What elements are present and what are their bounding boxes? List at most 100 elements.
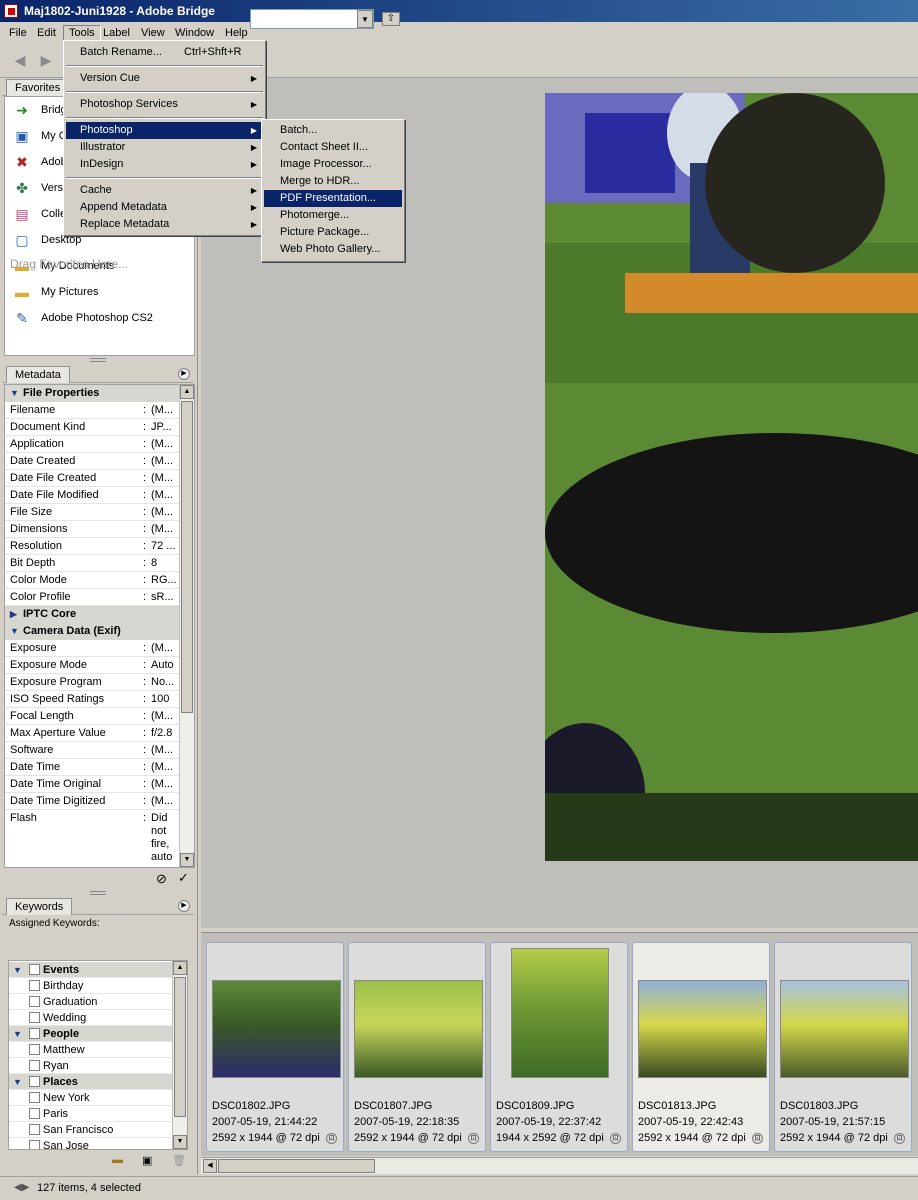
folder-up-icon[interactable]: ⇧ [382,12,400,26]
menu-help[interactable]: Help [220,25,253,41]
scroll-down-icon[interactable]: ▼ [180,853,194,867]
apply-checkmark-icon[interactable]: ✓ [178,870,189,886]
flash-value: Did not fire, auto [151,812,173,863]
scroll-thumb[interactable] [218,1159,375,1173]
menu-file[interactable]: File [4,25,32,41]
keyword-item[interactable]: Ryan [9,1058,173,1074]
keywords-scrollbar[interactable]: ▲ ▼ [172,961,187,1149]
keyword-checkbox[interactable] [29,964,40,975]
scroll-thumb[interactable] [181,401,193,713]
keyword-item[interactable]: San Jose [9,1138,173,1149]
menu-item-image-processor[interactable]: Image Processor... [264,156,402,173]
thumbnail-filename: DSC01803.JPG [780,1100,859,1112]
menu-item-photoshop[interactable]: Photoshop ▶ [66,122,263,139]
metadata-row: Exposure Mode: Auto [5,657,180,674]
keyword-item[interactable]: Birthday [9,978,173,994]
thumbnail-card[interactable]: DSC01813.JPG 2007-05-19, 22:42:43 2592 x 1… [632,942,770,1152]
keyword-checkbox[interactable] [29,1076,40,1087]
menu-item-batch[interactable]: Batch... [264,122,402,139]
back-arrow-icon[interactable]: ◀ [12,52,28,68]
menu-item-cache[interactable]: Cache ▶ [66,182,263,199]
menu-item-web-photo-gallery[interactable]: Web Photo Gallery... [264,241,402,258]
keyword-item[interactable]: Graduation [9,994,173,1010]
panel-menu-icon[interactable]: ▶ [178,900,190,912]
menu-item-merge-to-hdr[interactable]: Merge to HDR... [264,173,402,190]
scroll-up-icon[interactable]: ▲ [180,385,194,399]
menu-item-contact-sheet[interactable]: Contact Sheet II... [264,139,402,156]
menu-view[interactable]: View [136,25,170,41]
thumbnail-card[interactable]: DSC01803.JPG 2007-05-19, 21:57:15 2592 x 1… [774,942,912,1152]
scroll-down-icon[interactable]: ▼ [173,1135,187,1149]
submenu-arrow-icon: ▶ [250,186,257,195]
keyword-checkbox[interactable] [29,1124,40,1135]
keyword-item[interactable]: Paris [9,1106,173,1122]
app-icon[interactable] [4,4,18,18]
keyword-checkbox[interactable] [29,1108,40,1119]
metadata-group-file-properties[interactable]: ▼ File Properties [5,385,180,402]
keyword-checkbox[interactable] [29,1060,40,1071]
disclosure-open-icon: ▼ [13,1029,22,1039]
keyword-checkbox[interactable] [29,980,40,991]
thumbnail-card[interactable]: DSC01802.JPG 2007-05-19, 21:44:22 2592 x 1… [206,942,344,1152]
panel-splitter[interactable] [90,358,106,362]
keyword-checkbox[interactable] [29,1028,40,1039]
menu-item-version-cue[interactable]: Version Cue ▶ [66,70,263,87]
menu-edit[interactable]: Edit [32,25,61,41]
trash-icon[interactable]: 🗑 [172,1154,186,1167]
menu-window[interactable]: Window [170,25,219,41]
thumbnail-filename: DSC01809.JPG [496,1100,575,1112]
filmstrip-scrollbar[interactable]: ◀ [201,1157,918,1174]
new-keyword-icon[interactable]: ▣ [142,1154,152,1167]
menu-item-photoshop-services[interactable]: Photoshop Services ▶ [66,96,263,113]
menu-tools[interactable]: Tools [63,25,101,41]
status-text: 127 items, 4 selected [37,1182,141,1194]
keyword-checkbox[interactable] [29,1012,40,1023]
lock-icon: ⊡ [326,1133,337,1144]
metadata-group-iptc-core[interactable]: ▶ IPTC Core [5,606,180,623]
chevron-down-icon[interactable]: ▼ [357,10,373,28]
keyword-item[interactable]: Wedding [9,1010,173,1026]
keyword-category-people[interactable]: ▼ People [9,1026,173,1042]
menu-item-batch-rename[interactable]: Batch Rename... Ctrl+Shft+R [66,44,263,61]
panel-splitter[interactable] [90,891,106,895]
keyword-checkbox[interactable] [29,996,40,1007]
keyword-item[interactable]: New York [9,1090,173,1106]
metadata-scrollbar[interactable]: ▲ ▼ [179,385,194,867]
keyword-checkbox[interactable] [29,1044,40,1055]
forward-arrow-icon[interactable]: ▶ [38,52,54,68]
location-field[interactable] [250,9,374,29]
toggle-panels-icon[interactable]: ◀▶ [14,1177,29,1199]
menu-item-illustrator[interactable]: Illustrator ▶ [66,139,263,156]
cancel-icon[interactable]: ⊘ [156,871,167,887]
keyword-checkbox[interactable] [29,1140,40,1149]
keyword-category-places[interactable]: ▼ Places [9,1074,173,1090]
menu-item-indesign[interactable]: InDesign ▶ [66,156,263,173]
thumbnail-dimensions: 2592 x 1944 @ 72 dpi [780,1132,888,1144]
panel-menu-icon[interactable]: ▶ [178,368,190,380]
menu-item-photomerge[interactable]: Photomerge... [264,207,402,224]
menu-item-append-metadata[interactable]: Append Metadata ▶ [66,199,263,216]
scroll-left-icon[interactable]: ◀ [203,1159,217,1173]
keyword-checkbox[interactable] [29,1092,40,1103]
thumbnail-card[interactable]: DSC01807.JPG 2007-05-19, 22:18:35 2592 x 1… [348,942,486,1152]
submenu-arrow-icon: ▶ [250,143,257,152]
keyword-item[interactable]: Matthew [9,1042,173,1058]
scroll-up-icon[interactable]: ▲ [173,961,187,975]
keyword-category-events[interactable]: ▼ Events [9,962,173,978]
tab-favorites[interactable]: Favorites [6,79,70,96]
tab-keywords[interactable]: Keywords [6,898,73,915]
metadata-row: Exposure: (M... [5,640,180,657]
new-folder-icon[interactable]: ▬ [112,1154,123,1166]
menu-item-replace-metadata[interactable]: Replace Metadata ▶ [66,216,263,233]
tab-metadata[interactable]: Metadata [6,366,70,383]
thumbnail-card[interactable]: DSC01809.JPG 2007-05-19, 22:37:42 1944 x 2… [490,942,628,1152]
submenu-arrow-icon: ▶ [250,203,257,212]
keyword-item[interactable]: San Francisco [9,1122,173,1138]
metadata-row: Date File Created: (M... [5,470,180,487]
metadata-list: ▼ File Properties Filename: (M... Document… [4,384,195,868]
scroll-thumb[interactable] [174,977,186,1117]
metadata-group-camera-data[interactable]: ▼ Camera Data (Exif) [5,623,180,640]
menu-item-picture-package[interactable]: Picture Package... [264,224,402,241]
menu-item-pdf-presentation[interactable]: PDF Presentation... [264,190,402,207]
menu-label[interactable]: Label [98,25,135,41]
